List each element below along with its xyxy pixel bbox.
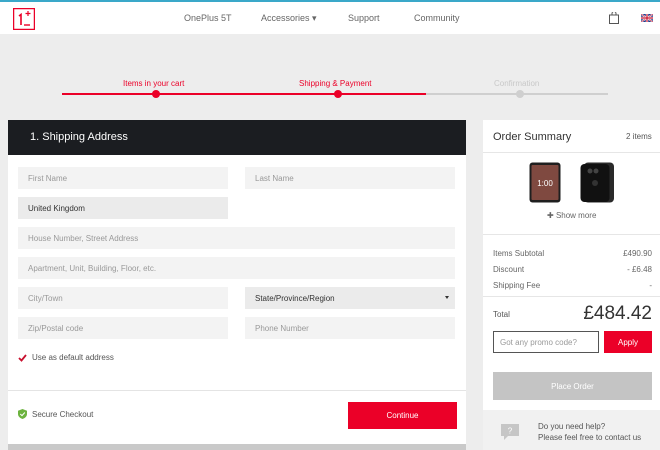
oneplus-logo[interactable] — [13, 8, 35, 30]
place-order-button[interactable]: Place Order — [493, 372, 652, 400]
discount-value: - £6.48 — [627, 265, 652, 274]
help-heading: Do you need help? — [538, 422, 606, 431]
street-address-input[interactable] — [18, 227, 455, 249]
nav-oneplus-5t[interactable]: OnePlus 5T — [184, 13, 232, 23]
default-address-label[interactable]: Use as default address — [32, 353, 114, 362]
city-input[interactable] — [18, 287, 228, 309]
last-name-input[interactable] — [245, 167, 455, 189]
shipping-panel-title: 1. Shipping Address — [30, 131, 128, 143]
shipping-panel-header: 1. Shipping Address — [8, 120, 466, 155]
order-summary-title: Order Summary — [493, 131, 572, 143]
postal-code-input[interactable] — [18, 317, 228, 339]
default-address-checkmark-icon[interactable] — [18, 354, 27, 362]
continue-button[interactable]: Continue — [348, 402, 457, 429]
summary-divider — [483, 296, 660, 297]
apartment-input[interactable] — [18, 257, 455, 279]
step-label-confirmation: Confirmation — [494, 79, 540, 88]
secure-checkout-label: Secure Checkout — [32, 410, 94, 419]
shopping-bag-icon[interactable] — [609, 12, 619, 24]
svg-text:1:00: 1:00 — [537, 179, 553, 188]
promo-code-input[interactable] — [493, 331, 599, 353]
panel-divider — [8, 390, 466, 391]
step-label-cart[interactable]: Items in your cart — [123, 79, 184, 88]
order-item-count: 2 items — [626, 132, 652, 141]
first-name-input[interactable] — [18, 167, 228, 189]
country-input[interactable] — [18, 197, 228, 219]
chat-help-icon[interactable]: ? — [500, 423, 520, 441]
help-contact-link[interactable]: Please feel free to contact us — [538, 433, 641, 442]
summary-divider — [483, 234, 660, 235]
uk-flag-icon[interactable] — [641, 14, 653, 22]
step-dot-confirmation — [516, 90, 524, 98]
phone-product-image: 1:00 — [529, 162, 561, 203]
next-section-header — [8, 444, 466, 450]
summary-divider — [483, 152, 660, 153]
nav-community[interactable]: Community — [414, 13, 460, 23]
phone-case-product-image — [580, 162, 614, 203]
step-dot-shipping — [334, 90, 342, 98]
shipping-fee-label: Shipping Fee — [493, 281, 541, 290]
dropdown-arrow-icon — [445, 296, 449, 299]
shield-check-icon — [18, 409, 27, 419]
step-label-shipping: Shipping & Payment — [299, 79, 372, 88]
subtotal-label: Items Subtotal — [493, 249, 545, 258]
plus-icon: ✚ — [547, 211, 556, 220]
show-more-label: Show more — [555, 211, 597, 220]
state-select-value: State/Province/Region — [255, 294, 335, 303]
apply-promo-button[interactable]: Apply — [604, 331, 652, 353]
nav-support[interactable]: Support — [348, 13, 380, 23]
top-navigation-bar: OnePlus 5T Accessories ▾ Support Communi… — [0, 0, 660, 34]
subtotal-value: £490.90 — [623, 249, 652, 258]
step-dot-cart — [152, 90, 160, 98]
svg-text:?: ? — [508, 427, 513, 436]
phone-number-input[interactable] — [245, 317, 455, 339]
show-more-link[interactable]: ✚ Show more — [547, 211, 596, 220]
discount-label: Discount — [493, 265, 525, 274]
state-select[interactable]: State/Province/Region — [245, 287, 455, 309]
progress-line-complete — [62, 93, 426, 95]
shipping-fee-value: - — [649, 281, 652, 290]
total-value: £484.42 — [583, 303, 652, 324]
total-label: Total — [493, 310, 510, 319]
nav-accessories[interactable]: Accessories ▾ — [261, 13, 317, 24]
